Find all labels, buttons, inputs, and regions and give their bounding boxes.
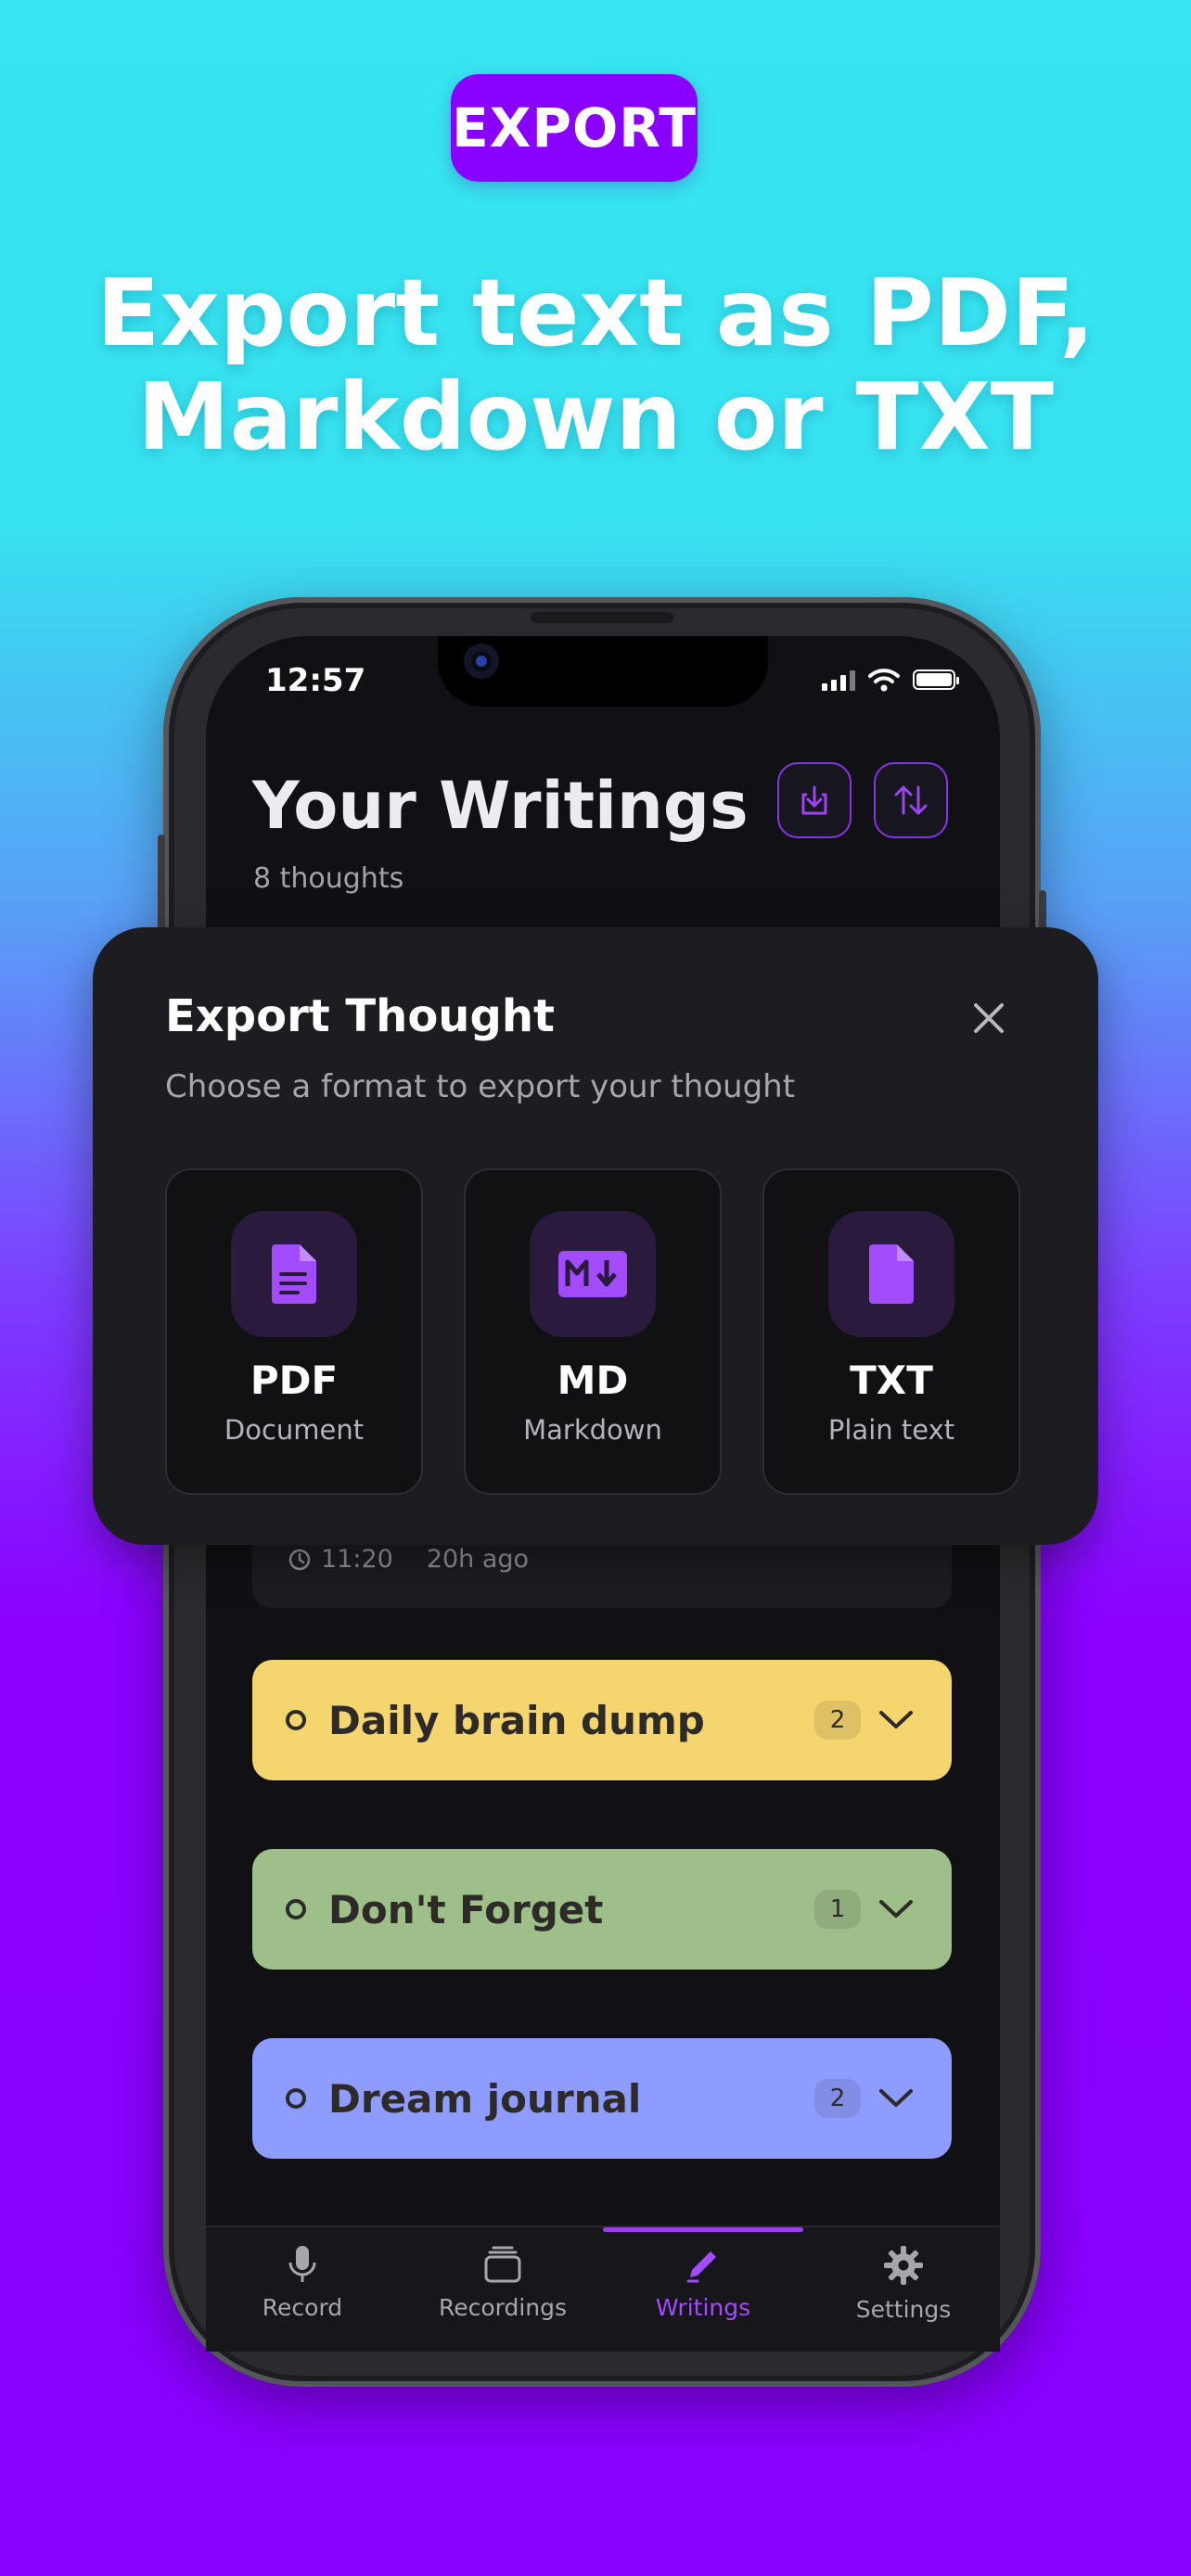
markdown-icon: [558, 1251, 627, 1297]
headline-line-2: Markdown or TXT: [137, 363, 1054, 471]
folder-count: 2: [814, 1701, 861, 1740]
thought-time: 11:20: [321, 1545, 393, 1574]
thought-ago: 20h ago: [426, 1545, 530, 1574]
export-badge: EXPORT: [451, 74, 698, 182]
txt-file-icon: [869, 1244, 914, 1304]
format-label: MD: [557, 1358, 629, 1403]
battery-icon: [913, 670, 959, 690]
close-button[interactable]: [965, 994, 1013, 1042]
tab-label: Recordings: [438, 2294, 568, 2321]
tab-record[interactable]: Record: [210, 2244, 395, 2321]
pdf-file-icon: [272, 1244, 316, 1304]
folder-count: 2: [814, 2079, 861, 2118]
format-option-txt[interactable]: TXT Plain text: [762, 1168, 1020, 1495]
export-button[interactable]: [777, 762, 852, 838]
status-icons: [822, 668, 959, 692]
format-description: Plain text: [827, 1414, 955, 1446]
phone-speaker: [531, 612, 673, 623]
pencil-icon: [686, 2251, 716, 2283]
pdf-icon-wrap: [231, 1211, 357, 1337]
clock-icon: [288, 1549, 311, 1570]
promo-headline: Export text as PDF, Markdown or TXT: [0, 261, 1191, 469]
camera-icon: [464, 644, 499, 679]
chevron-down-icon[interactable]: [877, 1897, 915, 1921]
folder-name: Don't Forget: [328, 1886, 604, 1932]
folder-daily-brain-dump[interactable]: Daily brain dump 2: [252, 1660, 952, 1780]
format-description: Markdown: [523, 1414, 662, 1446]
sheet-title: Export Thought: [165, 990, 555, 1042]
signal-icon: [822, 669, 855, 691]
sheet-subtitle: Choose a format to export your thought: [165, 1068, 796, 1105]
microphone-icon: [288, 2246, 316, 2282]
folder-dot-icon: [286, 1710, 306, 1730]
download-icon: [801, 785, 827, 815]
txt-icon-wrap: [828, 1211, 954, 1337]
headline-line-1: Export text as PDF,: [96, 259, 1095, 367]
format-label: TXT: [850, 1358, 933, 1403]
format-option-pdf[interactable]: PDF Document: [165, 1168, 423, 1495]
sort-button[interactable]: [874, 762, 948, 838]
format-label: PDF: [250, 1358, 339, 1403]
tab-label: Settings: [855, 2296, 952, 2323]
format-description: Document: [224, 1414, 365, 1446]
stack-icon: [484, 2246, 521, 2283]
format-option-md[interactable]: MD Markdown: [464, 1168, 722, 1495]
phone-side-button: [158, 835, 165, 937]
chevron-down-icon[interactable]: [877, 2086, 915, 2111]
folder-dream-journal[interactable]: Dream journal 2: [252, 2038, 952, 2159]
thought-count: 8 thoughts: [253, 862, 404, 895]
folder-name: Daily brain dump: [328, 1697, 705, 1743]
tab-label: Writings: [655, 2294, 751, 2321]
status-time: 12:57: [265, 662, 366, 699]
gear-icon: [884, 2246, 923, 2285]
folder-name: Dream journal: [328, 2075, 642, 2122]
chevron-down-icon[interactable]: [877, 1708, 915, 1732]
sort-icon: [894, 785, 928, 815]
folder-dot-icon: [286, 2088, 306, 2109]
folder-dot-icon: [286, 1899, 306, 1919]
close-icon: [974, 1003, 1004, 1033]
folder-dont-forget[interactable]: Don't Forget 1: [252, 1849, 952, 1970]
active-tab-indicator: [603, 2227, 803, 2232]
tab-label: Record: [262, 2294, 343, 2321]
tab-settings[interactable]: Settings: [811, 2244, 996, 2323]
thought-meta: 11:20 20h ago: [288, 1545, 529, 1574]
tab-recordings[interactable]: Recordings: [410, 2244, 596, 2321]
wifi-icon: [868, 669, 900, 692]
tab-writings[interactable]: Writings: [610, 2244, 796, 2321]
page-title: Your Writings: [252, 768, 749, 844]
md-icon-wrap: [530, 1211, 656, 1337]
folder-count: 1: [814, 1890, 861, 1929]
